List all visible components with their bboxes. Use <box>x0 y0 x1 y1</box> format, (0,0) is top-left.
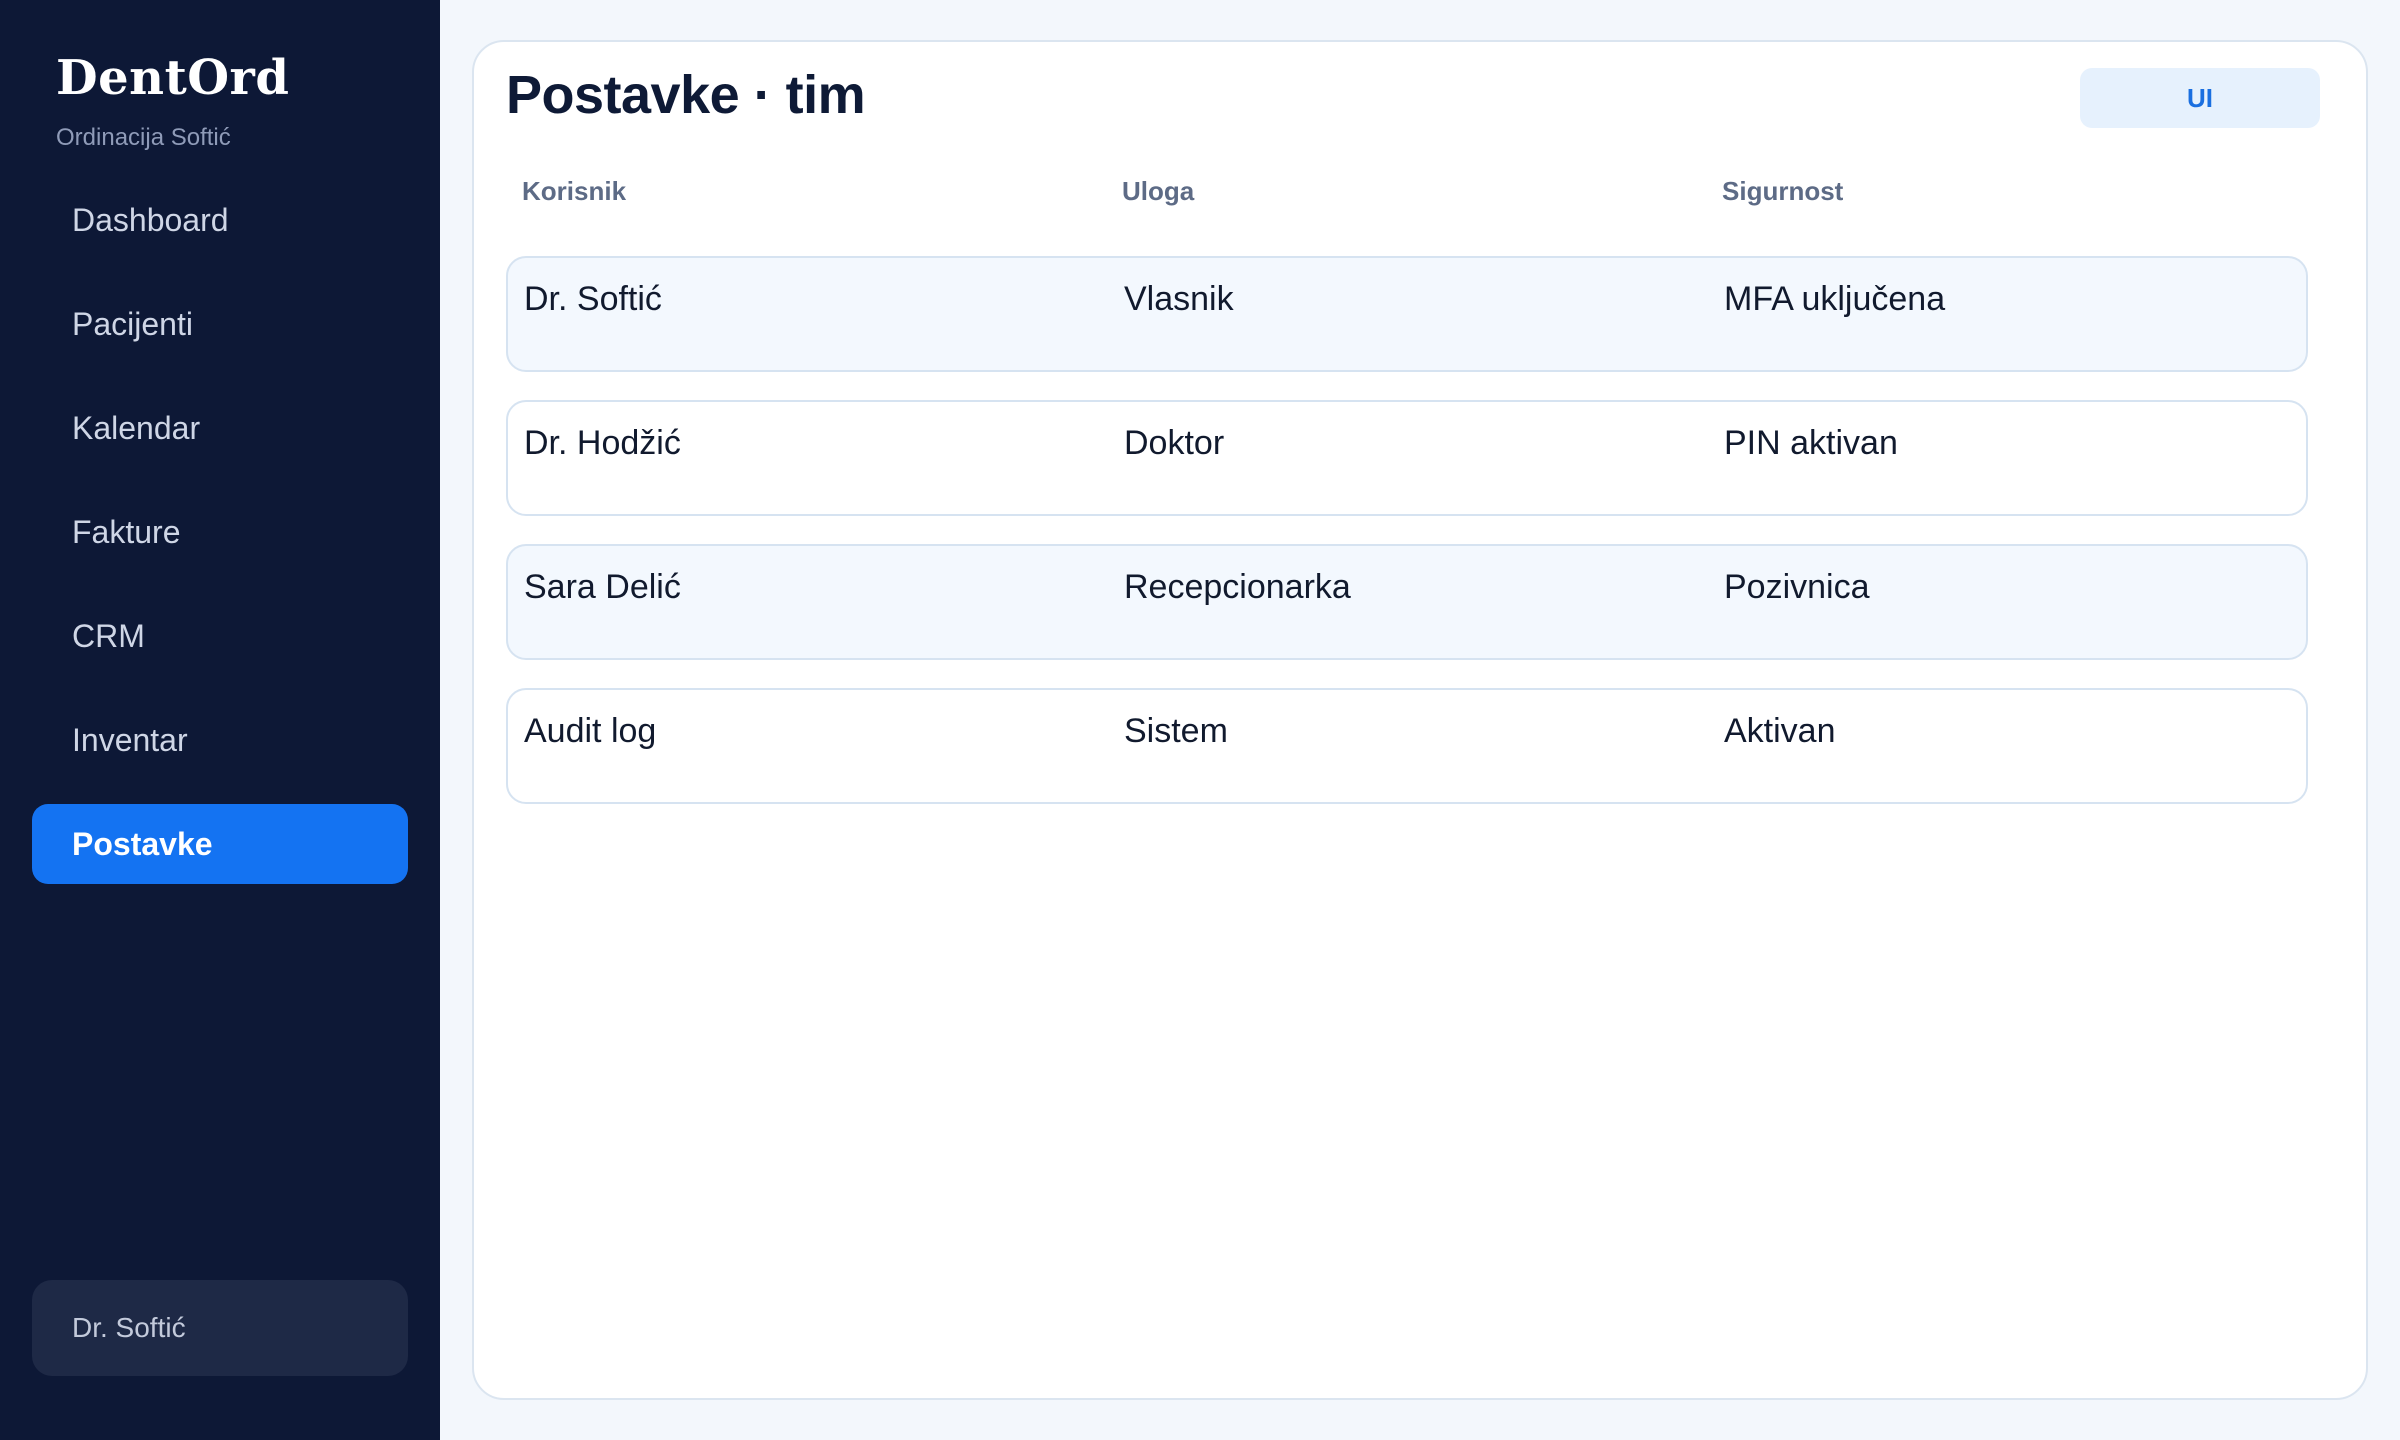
brand-logo: DentOrd <box>56 50 290 106</box>
team-table: Dr. Softić Vlasnik MFA uključena Dr. Hod… <box>506 256 2308 832</box>
cell-user: Dr. Hodžić <box>524 424 681 462</box>
table-row[interactable]: Audit log Sistem Aktivan <box>506 688 2308 804</box>
user-profile-card[interactable]: Dr. Softić <box>32 1280 408 1376</box>
table-row[interactable]: Sara Delić Recepcionarka Pozivnica <box>506 544 2308 660</box>
sidebar-nav: Dashboard Pacijenti Kalendar Fakture CRM… <box>32 180 408 908</box>
cell-security: Pozivnica <box>1724 568 1870 606</box>
cell-security: PIN aktivan <box>1724 424 1898 462</box>
cell-user: Dr. Softić <box>524 280 662 318</box>
table-row[interactable]: Dr. Softić Vlasnik MFA uključena <box>506 256 2308 372</box>
cell-role: Sistem <box>1124 712 1228 750</box>
sidebar-item-fakture[interactable]: Fakture <box>32 492 408 572</box>
cell-user: Sara Delić <box>524 568 681 606</box>
sidebar-item-pacijenti[interactable]: Pacijenti <box>32 284 408 364</box>
cell-user: Audit log <box>524 712 657 750</box>
sidebar-item-inventar[interactable]: Inventar <box>32 700 408 780</box>
page-title: Postavke · tim <box>506 65 866 125</box>
column-header-uloga: Uloga <box>1122 176 1195 206</box>
cell-security: MFA uključena <box>1724 280 1946 318</box>
cell-role: Recepcionarka <box>1124 568 1351 606</box>
table-row[interactable]: Dr. Hodžić Doktor PIN aktivan <box>506 400 2308 516</box>
sidebar-item-postavke[interactable]: Postavke <box>32 804 408 884</box>
app-root: DentOrd Ordinacija Softić Dashboard Paci… <box>0 0 2400 1440</box>
settings-team-panel: Postavke · tim UI Korisnik Uloga Sigurno… <box>472 40 2368 1400</box>
column-header-sigurnost: Sigurnost <box>1722 176 1844 206</box>
sidebar-item-crm[interactable]: CRM <box>32 596 408 676</box>
sidebar-item-kalendar[interactable]: Kalendar <box>32 388 408 468</box>
column-header-korisnik: Korisnik <box>522 176 627 206</box>
clinic-name: Ordinacija Softić <box>56 124 231 151</box>
ui-button[interactable]: UI <box>2080 68 2320 128</box>
sidebar: DentOrd Ordinacija Softić Dashboard Paci… <box>0 0 440 1440</box>
sidebar-item-dashboard[interactable]: Dashboard <box>32 180 408 260</box>
cell-security: Aktivan <box>1724 712 1836 750</box>
table-header: Korisnik Uloga Sigurnost <box>522 176 2322 220</box>
cell-role: Vlasnik <box>1124 280 1234 318</box>
cell-role: Doktor <box>1124 424 1225 462</box>
